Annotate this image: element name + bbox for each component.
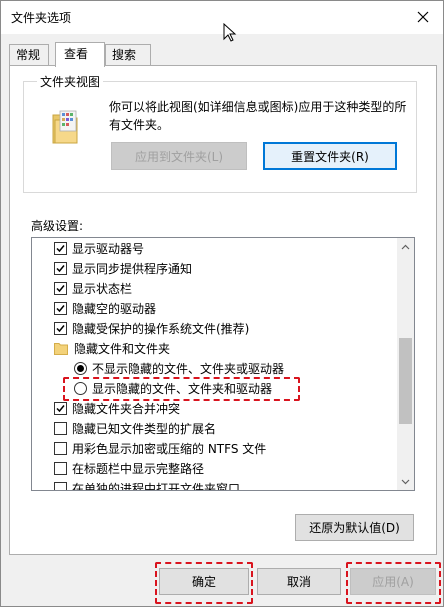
check-icon: [56, 264, 65, 272]
mouse-cursor-icon: [223, 23, 237, 42]
scroll-down-button[interactable]: [397, 473, 414, 490]
checkbox-unchecked[interactable]: [54, 461, 67, 475]
list-item-label: 显示同步提供程序通知: [72, 261, 193, 276]
tab-view[interactable]: 查看: [55, 42, 105, 67]
apply-to-folders-button[interactable]: 应用到文件夹(L): [111, 142, 247, 170]
tab-general[interactable]: 常规: [9, 44, 49, 66]
checkbox-checked[interactable]: [54, 321, 67, 335]
tab-label: 常规: [16, 48, 41, 62]
button-label: 还原为默认值(D): [309, 521, 400, 535]
folder-views-icon: [52, 110, 78, 144]
chevron-down-icon: [401, 479, 410, 484]
list-item-label: 隐藏文件夹合并冲突: [72, 401, 181, 416]
close-icon: [417, 11, 429, 23]
checkbox-checked[interactable]: [54, 281, 67, 295]
list-item[interactable]: 显示状态栏: [54, 278, 132, 298]
list-item-label: 用彩色显示加密或压缩的 NTFS 文件: [72, 441, 267, 456]
checkbox-checked[interactable]: [54, 301, 67, 315]
button-label: 应用(A): [372, 575, 414, 589]
list-item-label: 显示驱动器号: [72, 241, 145, 256]
list-item[interactable]: 用彩色显示加密或压缩的 NTFS 文件: [54, 438, 266, 458]
check-icon: [56, 404, 65, 412]
close-button[interactable]: [409, 3, 437, 31]
scroll-up-button[interactable]: [397, 238, 414, 255]
list-item-label: 在单独的进程中打开文件夹窗口: [72, 481, 241, 491]
checkbox-unchecked[interactable]: [54, 441, 67, 455]
list-item[interactable]: 隐藏空的驱动器: [54, 298, 156, 318]
button-label: 确定: [191, 575, 216, 589]
check-icon: [56, 244, 65, 252]
check-icon: [56, 304, 65, 312]
checkbox-checked[interactable]: [54, 401, 67, 415]
tab-label: 搜索: [112, 48, 137, 62]
ok-button[interactable]: 确定: [159, 568, 249, 595]
list-item-label: 显示状态栏: [72, 281, 133, 296]
list-item[interactable]: 不显示隐藏的文件、文件夹或驱动器: [74, 358, 284, 378]
button-label: 应用到文件夹(L): [134, 149, 224, 164]
vertical-scrollbar[interactable]: [397, 238, 414, 490]
window-title: 文件夹选项: [11, 11, 72, 25]
checkbox-unchecked[interactable]: [54, 421, 67, 435]
chevron-up-icon: [401, 244, 410, 249]
radio-unselected[interactable]: [74, 381, 87, 395]
apply-button[interactable]: 应用(A): [350, 568, 436, 595]
list-item-group: 隐藏文件和文件夹: [54, 338, 170, 358]
list-item-label: 显示隐藏的文件、文件夹和驱动器: [92, 381, 273, 396]
folder-icon: [54, 342, 68, 355]
title-bar[interactable]: 文件夹选项: [1, 1, 443, 34]
advanced-settings-list[interactable]: 显示驱动器号 显示同步提供程序通知 显示状态栏 隐藏空的驱动器 隐藏受保护的操作…: [31, 237, 415, 491]
button-label: 重置文件夹(R): [291, 149, 369, 164]
list-item[interactable]: 显示隐藏的文件、文件夹和驱动器: [74, 378, 272, 398]
reset-folders-button[interactable]: 重置文件夹(R): [263, 142, 397, 170]
tab-label: 查看: [64, 47, 89, 61]
check-icon: [56, 284, 65, 292]
list-item[interactable]: 显示驱动器号: [54, 238, 144, 258]
list-item-label: 在标题栏中显示完整路径: [72, 461, 205, 476]
list-item[interactable]: 在单独的进程中打开文件夹窗口: [54, 478, 241, 491]
list-item-label: 隐藏已知文件类型的扩展名: [72, 421, 217, 436]
folder-options-dialog: 文件夹选项 常规 查看 搜索 文件夹视图 你可以将此视图(如详细信息或图标)应用…: [0, 0, 444, 607]
radio-dot: [77, 364, 84, 372]
list-item[interactable]: 隐藏受保护的操作系统文件(推荐): [54, 318, 249, 338]
tab-search[interactable]: 搜索: [105, 44, 151, 66]
checkbox-checked[interactable]: [54, 261, 67, 275]
list-item[interactable]: 隐藏文件夹合并冲突: [54, 398, 180, 418]
list-item[interactable]: 在标题栏中显示完整路径: [54, 458, 204, 478]
list-item[interactable]: 显示同步提供程序通知: [54, 258, 192, 278]
list-item-label: 不显示隐藏的文件、文件夹或驱动器: [92, 361, 285, 376]
checkbox-checked[interactable]: [54, 241, 67, 255]
check-icon: [56, 324, 65, 332]
list-item-label: 隐藏文件和文件夹: [74, 341, 171, 356]
button-label: 取消: [286, 575, 311, 589]
restore-defaults-button[interactable]: 还原为默认值(D): [295, 514, 414, 541]
checkbox-unchecked[interactable]: [54, 481, 67, 490]
list-item[interactable]: 隐藏已知文件类型的扩展名: [54, 418, 216, 438]
cancel-button[interactable]: 取消: [257, 568, 341, 595]
scroll-thumb[interactable]: [399, 338, 412, 424]
list-item-label: 隐藏受保护的操作系统文件(推荐): [72, 321, 250, 336]
radio-selected[interactable]: [74, 361, 87, 375]
list-item-label: 隐藏空的驱动器: [72, 301, 157, 316]
advanced-settings-label: 高级设置:: [31, 219, 84, 233]
folder-views-legend: 文件夹视图: [37, 73, 104, 90]
folder-views-description: 你可以将此视图(如详细信息或图标)应用于这种类型的所有文件夹。: [109, 100, 407, 132]
